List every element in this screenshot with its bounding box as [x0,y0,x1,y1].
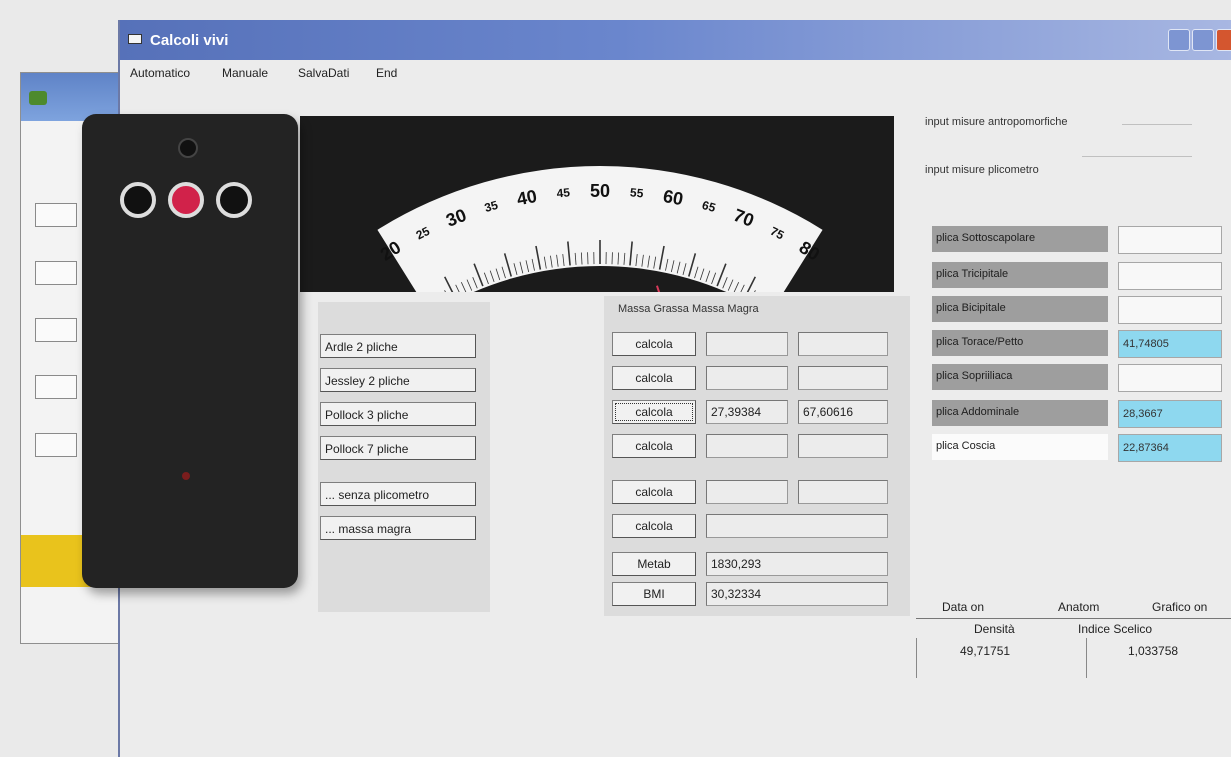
indice-label: Indice Scelico [1078,622,1153,636]
tab-data-on[interactable]: Data on [942,600,984,614]
calcola-button[interactable]: calcola [612,480,696,504]
device-left-button [120,182,156,218]
densita-label: Densità [974,622,1015,636]
input-antropo-label[interactable]: input misure antropomorfiche [925,116,1067,128]
menu-manuale[interactable]: Manuale [222,66,268,80]
dial-tick-label: 60 [661,186,684,209]
formula-button-ardle[interactable]: Ardle 2 pliche [320,334,476,358]
plica-input[interactable] [1118,262,1222,290]
massa-grassa-field[interactable] [706,332,788,356]
massa-magra-field[interactable] [798,434,888,458]
input-field[interactable] [35,203,77,227]
calcola-button[interactable]: calcola [612,514,696,538]
massa-grassa-field[interactable]: 27,39384 [706,400,788,424]
tab-anatom[interactable]: Anatom [1058,600,1099,614]
formula-button-pollock-3[interactable]: Pollock 3 pliche [320,402,476,426]
plica-input[interactable] [1118,226,1222,254]
massa-magra-field[interactable] [798,366,888,390]
device-center-button [168,182,204,218]
massa-grassa-field[interactable] [706,434,788,458]
calcola-button[interactable]: calcola [612,366,696,390]
input-field[interactable] [35,261,77,285]
divider [1122,124,1192,125]
maximize-button[interactable] [1192,29,1214,51]
plica-label: plica Sopriiliaca [932,364,1108,390]
calcola-button[interactable]: calcola [612,332,696,356]
plica-input[interactable]: 41,74805 [1118,330,1222,358]
dial-tick-label: 40 [515,186,538,209]
tab-grafico-on[interactable]: Grafico on [1152,600,1207,614]
app-icon [29,91,47,105]
close-button[interactable] [1216,29,1231,51]
plicometro-dial: 20 25 30 35 40 45 50 55 60 65 70 75 80 [300,116,894,292]
dial-tick-label: 45 [556,185,571,200]
massa-magra-field[interactable] [798,480,888,504]
plica-label: plica Coscia [932,434,1108,460]
sensor-icon [178,138,198,158]
formula-button-jessley[interactable]: Jessley 2 pliche [320,368,476,392]
plica-input[interactable]: 28,3667 [1118,400,1222,428]
massa-magra-field[interactable] [798,332,888,356]
calcola-button[interactable]: calcola [612,400,696,424]
bmi-field[interactable]: 30,32334 [706,582,888,606]
calc-header: Massa Grassa Massa Magra [618,303,759,315]
menu-end[interactable]: End [376,66,397,80]
formula-button-massa-magra[interactable]: ... massa magra [320,516,476,540]
dial-scale: 202530 35 40 45 50 55 60 65 707580 [377,166,823,292]
formula-button-senza-plicometro[interactable]: ... senza plicometro [320,482,476,506]
input-field[interactable] [35,375,77,399]
tab-bar: Data on Anatom Grafico on [912,596,1231,618]
input-field[interactable] [35,433,77,457]
dial-tick-label: 50 [590,181,610,201]
window-title: Calcoli vivi [150,32,229,49]
highlight-block [21,535,91,587]
plica-label: plica Tricipitale [932,262,1108,288]
plica-label: plica Bicipitale [932,296,1108,322]
title-bar: Calcoli vivi [120,20,1231,60]
window-icon [128,34,142,44]
calcola-button[interactable]: calcola [612,434,696,458]
formula-button-pollock-7[interactable]: Pollock 7 pliche [320,436,476,460]
minimize-button[interactable] [1168,29,1190,51]
remote-device [82,114,298,588]
metab-button[interactable]: Metab [612,552,696,576]
menu-automatico[interactable]: Automatico [130,66,190,80]
massa-grassa-field[interactable] [706,366,788,390]
plica-label: plica Torace/Petto [932,330,1108,356]
densita-value: 49,71751 [960,644,1011,658]
device-right-button [216,182,252,218]
massa-magra-field[interactable]: 67,60616 [798,400,888,424]
input-plicometro-label[interactable]: input misure plicometro [925,164,1039,176]
menu-salvadati[interactable]: SalvaDati [298,66,349,80]
status-led-icon [182,472,190,480]
plica-input[interactable] [1118,296,1222,324]
plica-input[interactable]: 22,87364 [1118,434,1222,462]
plica-label: plica Sottoscapolare [932,226,1108,252]
input-field[interactable] [35,318,77,342]
menu-bar: Automatico Manuale SalvaDati End [120,60,1231,88]
divider [1086,638,1087,678]
divider [1082,156,1192,157]
bmi-button[interactable]: BMI [612,582,696,606]
plica-label: plica Addominale [932,400,1108,426]
divider [916,638,917,678]
dial-tick-label: 55 [629,185,644,200]
indice-value: 1,033758 [1128,644,1179,658]
plica-input[interactable] [1118,364,1222,392]
massa-grassa-field[interactable] [706,480,788,504]
metab-field[interactable]: 1830,293 [706,552,888,576]
divider [916,618,1231,619]
result-field[interactable] [706,514,888,538]
